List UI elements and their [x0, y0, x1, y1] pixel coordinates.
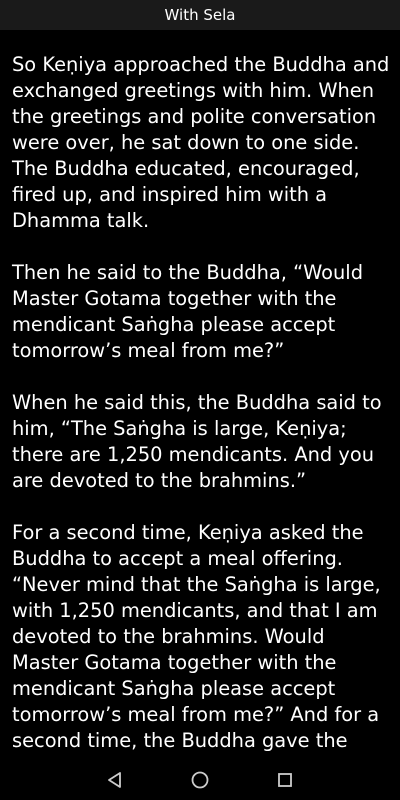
- home-button[interactable]: [180, 766, 220, 794]
- paragraph-4: For a second time, Keṇiya asked the Budd…: [12, 521, 381, 752]
- recents-button[interactable]: [265, 766, 305, 794]
- system-nav-bar: [0, 758, 400, 800]
- paragraph-2: Then he said to the Buddha, “Would Maste…: [12, 261, 364, 362]
- square-recents-icon: [278, 773, 292, 787]
- back-button[interactable]: [95, 766, 135, 794]
- paragraph-1: So Keṇiya approached the Buddha and exch…: [12, 53, 390, 232]
- title-bar: With Sela: [0, 0, 400, 30]
- reader-content[interactable]: So Keṇiya approached the Buddha and exch…: [0, 30, 400, 758]
- paragraph-3: When he said this, the Buddha said to hi…: [12, 391, 382, 492]
- text-body: So Keṇiya approached the Buddha and exch…: [12, 52, 392, 758]
- circle-home-icon: [191, 771, 209, 789]
- page-title: With Sela: [164, 6, 236, 24]
- triangle-back-icon: [108, 772, 121, 788]
